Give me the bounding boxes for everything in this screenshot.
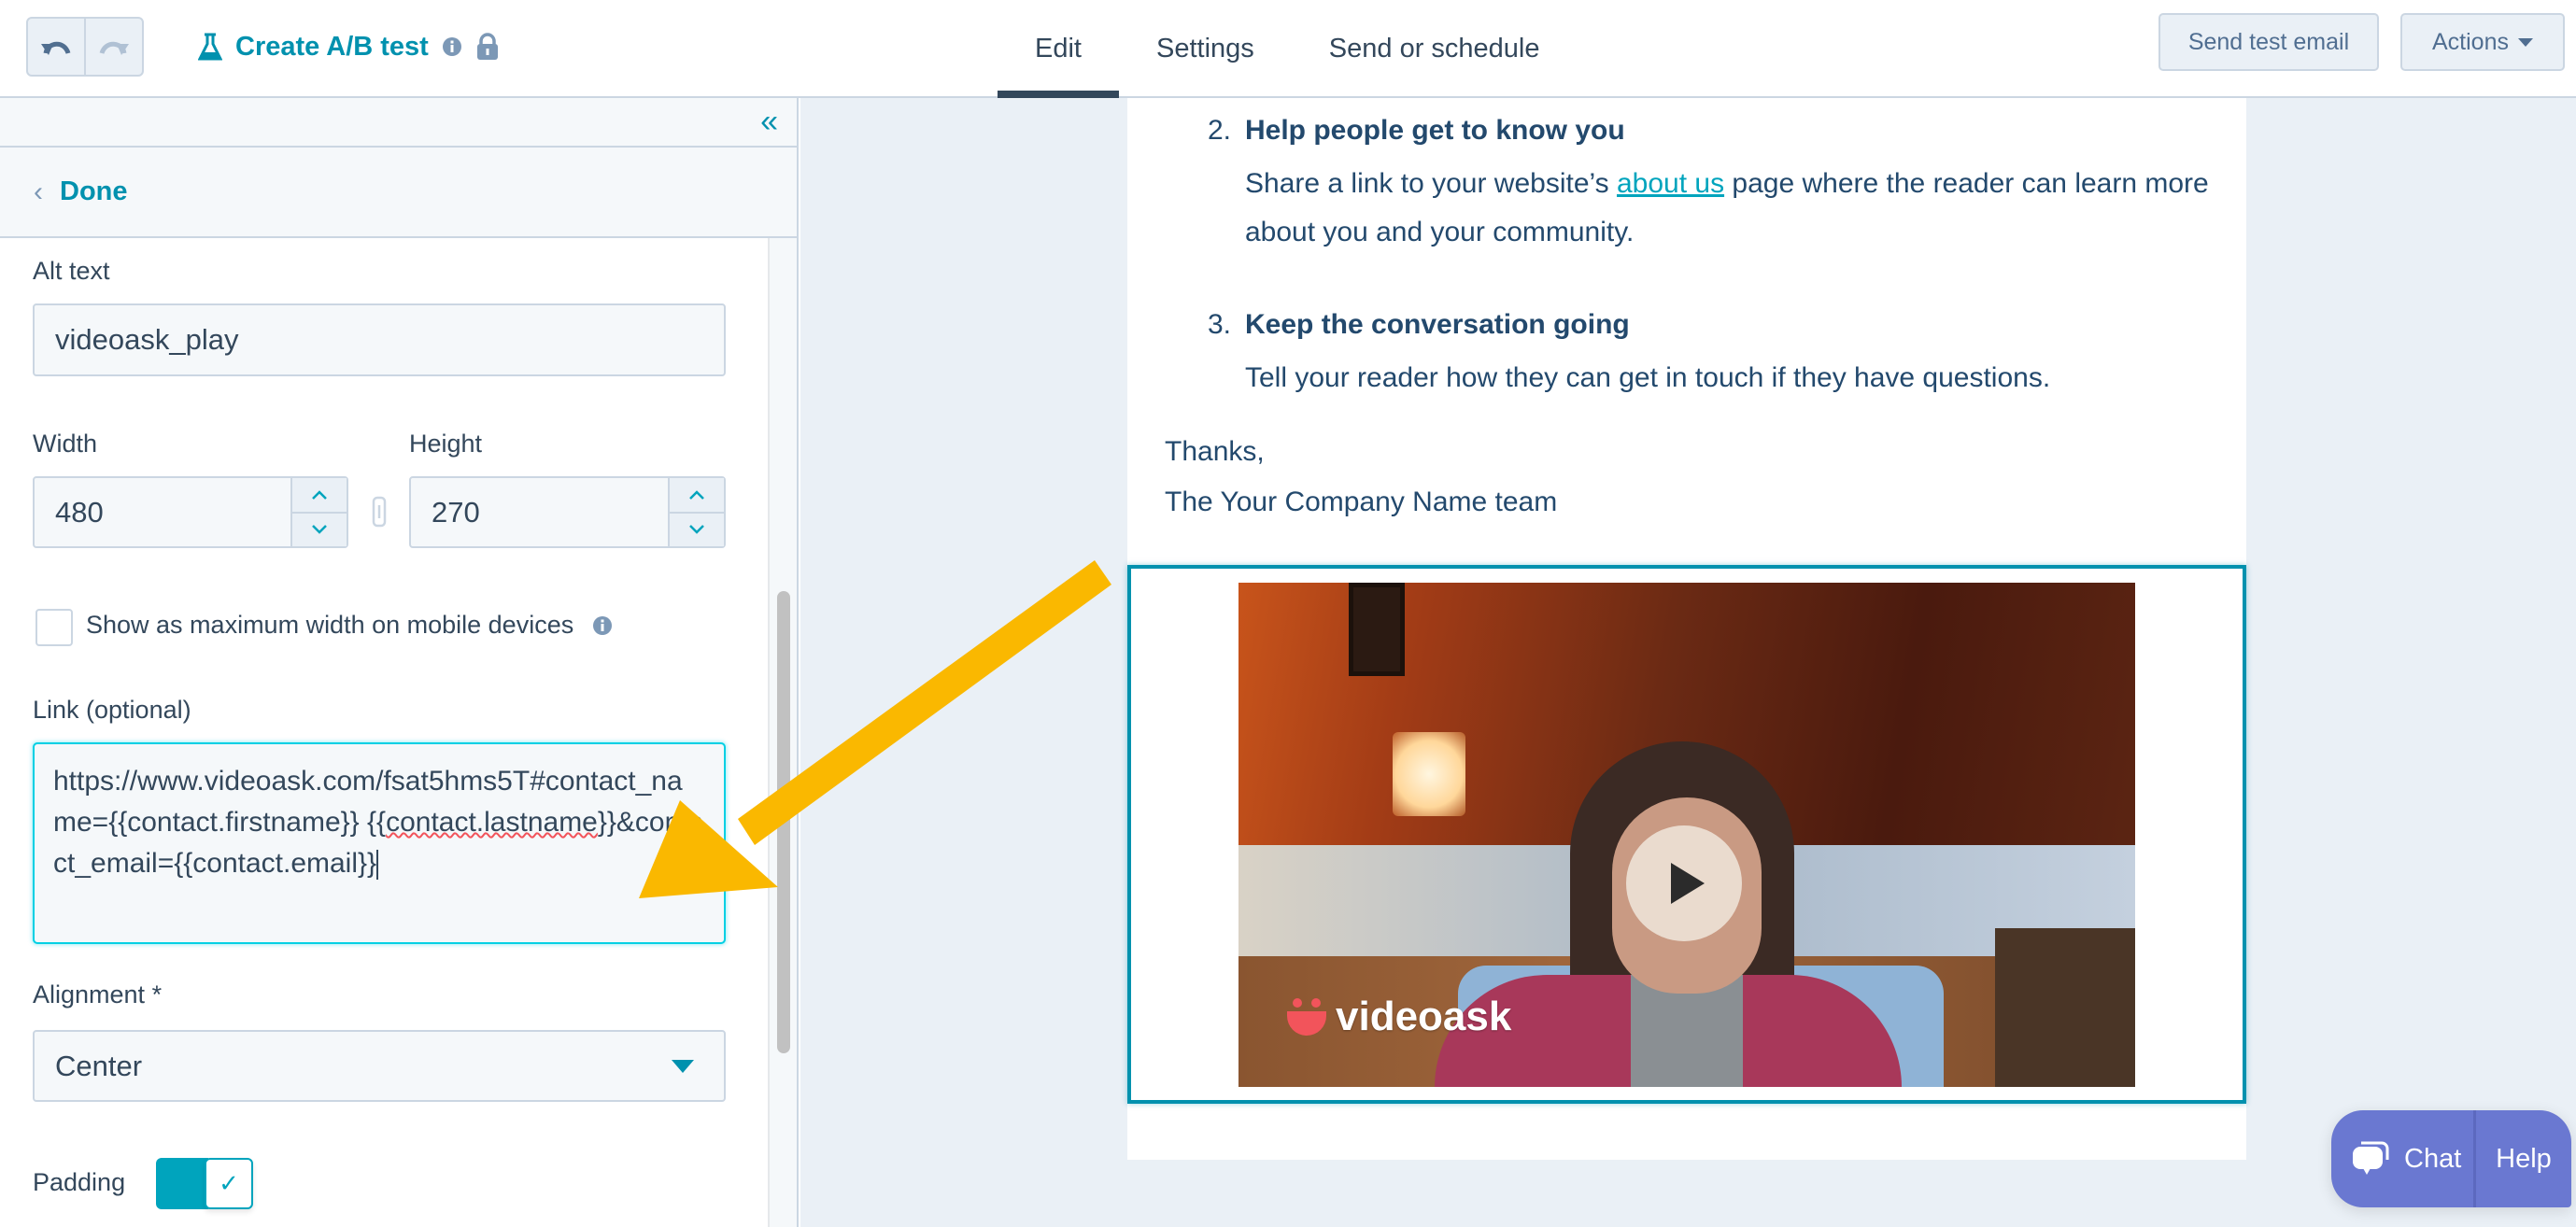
mobile-max-width-label[interactable]: Show as maximum width on mobile devices [86, 611, 573, 640]
tab-settings-label: Settings [1155, 34, 1254, 63]
image-module-selected[interactable]: videoask [1127, 565, 2246, 1104]
chevron-down-icon [689, 525, 704, 535]
caret-down-icon [2517, 37, 2533, 47]
done-button[interactable]: ‹ Done [0, 148, 797, 238]
mobile-max-width-row: Show as maximum width on mobile devices [86, 611, 613, 640]
email-signature: The Your Company Name team [1165, 487, 1558, 517]
link-icon[interactable] [372, 496, 387, 528]
videoask-logo-icon [1287, 998, 1326, 1036]
height-label: Height [409, 430, 483, 458]
width-stepper [290, 478, 347, 546]
create-ab-test-label: Create A/B test [235, 31, 429, 62]
videoask-watermark: videoask [1287, 994, 1511, 1040]
text-caret [376, 850, 379, 881]
check-icon: ✓ [205, 1158, 253, 1209]
chevron-up-icon [689, 489, 704, 500]
videoask-brand-text: videoask [1336, 994, 1512, 1039]
send-test-email-label: Send test email [2187, 28, 2350, 55]
send-test-email-button[interactable]: Send test email [2158, 13, 2379, 71]
chevron-left-icon: ‹ [34, 176, 43, 207]
list-item-number: 3. [1208, 309, 1232, 340]
list-item-heading: Keep the conversation going [1245, 309, 1630, 340]
chat-bubble-icon [2353, 1141, 2389, 1175]
undo-button[interactable] [28, 19, 84, 75]
width-value: 480 [55, 495, 104, 529]
width-increment-button[interactable] [292, 478, 347, 512]
list-item-body: Tell your reader how they can get in tou… [1245, 362, 2051, 393]
sidebar-collapse-row: « [0, 98, 797, 148]
logo-eye [1293, 998, 1302, 1008]
toggle-track [156, 1158, 208, 1209]
chevron-down-icon [312, 525, 327, 535]
chat-button[interactable]: Chat [2331, 1110, 2476, 1207]
actions-dropdown-button[interactable]: Actions [2400, 13, 2565, 71]
email-canvas: 2. Help people get to know you Share a l… [800, 98, 2576, 1227]
alignment-value: Center [55, 1049, 143, 1082]
scene-dresser [1995, 928, 2135, 1087]
scene-picture-frame [1349, 583, 1405, 676]
chat-label: Chat [2404, 1143, 2462, 1174]
width-label: Width [33, 430, 98, 458]
tab-edit[interactable]: Edit [998, 0, 1119, 98]
width-decrement-button[interactable] [292, 511, 347, 547]
tab-edit-label: Edit [1035, 34, 1082, 63]
email-body: 2. Help people get to know you Share a l… [1127, 98, 2246, 1160]
video-thumbnail-image[interactable]: videoask [1238, 583, 2135, 1087]
logo-eye [1311, 998, 1321, 1008]
email-signoff: Thanks, [1165, 436, 1265, 467]
alignment-label: Alignment * [33, 980, 163, 1008]
height-increment-button[interactable] [670, 478, 724, 512]
undo-redo-group [26, 17, 144, 77]
play-icon[interactable] [1626, 825, 1742, 941]
height-input[interactable]: 270 [409, 476, 726, 548]
scene-lamp [1393, 732, 1465, 816]
sidebar-scrollbar[interactable] [768, 238, 797, 1227]
list-item-body: Share a link to your website’s about us … [1245, 160, 2216, 257]
editor-tabs: Edit Settings Send or schedule [998, 0, 1578, 98]
create-ab-test[interactable]: Create A/B test [198, 26, 500, 67]
help-button[interactable]: Help [2476, 1110, 2571, 1207]
done-label: Done [60, 176, 128, 206]
info-icon[interactable] [442, 36, 462, 57]
padding-toggle[interactable]: ✓ [156, 1158, 255, 1209]
body-text: Share a link to your website’s [1245, 168, 1617, 199]
redo-icon [99, 41, 129, 55]
image-settings-sidebar: « ‹ Done Alt text videoask_play Width He… [0, 98, 799, 1227]
width-input[interactable]: 480 [33, 476, 348, 548]
tab-settings[interactable]: Settings [1119, 0, 1292, 98]
scrollbar-thumb[interactable] [777, 591, 790, 1053]
info-icon[interactable] [592, 615, 613, 636]
redo-button[interactable] [84, 19, 142, 75]
height-decrement-button[interactable] [670, 511, 724, 547]
alignment-select[interactable]: Center [33, 1030, 726, 1102]
actions-label: Actions [2432, 28, 2509, 55]
top-bar: Create A/B test Edit Settings Send or sc… [0, 0, 2576, 98]
chevron-up-icon [312, 489, 327, 500]
chat-help-widget: Chat Help [2331, 1110, 2571, 1207]
link-label: Link (optional) [33, 696, 191, 724]
height-value: 270 [432, 495, 480, 529]
link-value-misspelled: contact.lastname [386, 807, 598, 838]
height-stepper [668, 478, 724, 546]
lock-icon [476, 33, 498, 60]
alt-text-input[interactable]: videoask_play [33, 303, 726, 376]
about-us-link[interactable]: about us [1617, 168, 1724, 199]
padding-label: Padding [33, 1168, 126, 1196]
alt-text-label: Alt text [33, 257, 110, 285]
list-item-heading: Help people get to know you [1245, 115, 1625, 146]
link-textarea[interactable]: https://www.videoask.com/fsat5hms5T#cont… [33, 742, 726, 944]
help-label: Help [2496, 1143, 2552, 1174]
flask-icon [198, 33, 222, 61]
mobile-max-width-checkbox[interactable] [35, 609, 73, 646]
logo-mouth [1287, 1011, 1326, 1036]
alt-text-value: videoask_play [55, 323, 239, 356]
undo-icon [41, 41, 71, 55]
tab-send-or-schedule[interactable]: Send or schedule [1292, 0, 1578, 98]
double-chevron-left-icon[interactable]: « [760, 106, 778, 137]
caret-down-icon [672, 1060, 694, 1073]
list-item-number: 2. [1208, 115, 1232, 146]
play-triangle [1671, 863, 1705, 904]
tab-send-label: Send or schedule [1328, 34, 1540, 63]
